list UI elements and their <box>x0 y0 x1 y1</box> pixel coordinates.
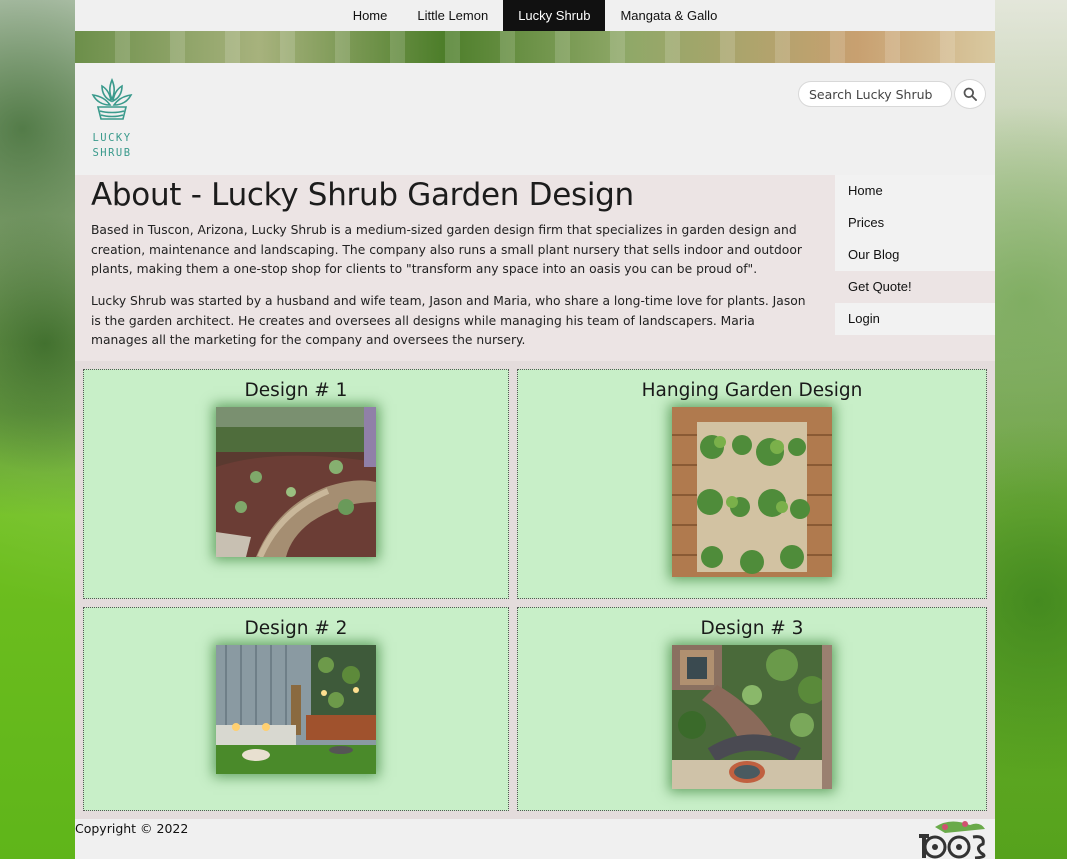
logo-wordmark: LUCKY SHRUB <box>92 132 131 159</box>
about-paragraph-1: Based in Tuscon, Arizona, Lucky Shrub is… <box>91 223 802 276</box>
design-2-photo[interactable] <box>216 645 376 774</box>
hanging-garden-photo[interactable] <box>672 407 832 577</box>
design-card-title: Design # 1 <box>244 380 348 401</box>
design-card-title: Design # 3 <box>700 618 804 639</box>
about-paragraph-2: Lucky Shrub was started by a husband and… <box>91 294 806 347</box>
side-nav-login[interactable]: Login <box>835 303 995 335</box>
top-nav-home[interactable]: Home <box>338 0 403 31</box>
side-navigation: Home Prices Our Blog Get Quote! Login <box>835 175 995 361</box>
page-footer: Copyright © 2022 <box>75 819 995 859</box>
search-button[interactable] <box>954 79 986 109</box>
side-nav-prices[interactable]: Prices <box>835 207 995 239</box>
design-gallery: Design # 1 Hanging Garden Design Design … <box>75 361 995 819</box>
design-card-title: Hanging Garden Design <box>641 380 863 401</box>
background-foliage-left <box>0 0 75 859</box>
hero-banner-strip <box>75 31 995 63</box>
side-nav-home[interactable]: Home <box>835 175 995 207</box>
background-foliage-right <box>995 0 1067 859</box>
page-title: About - Lucky Shrub Garden Design <box>91 177 634 213</box>
page-container: LUCKY SHRUB About - Lucky Shrub Garden D… <box>75 63 995 859</box>
copyright-text: Copyright © 2022 <box>75 821 189 836</box>
search-icon <box>963 87 977 101</box>
design-card-hanging-garden: Hanging Garden Design <box>517 369 987 599</box>
logo-text-lucky: LUCKY <box>92 132 131 144</box>
design-card-2: Design # 2 <box>83 607 509 811</box>
about-section: About - Lucky Shrub Garden Design Based … <box>75 175 835 361</box>
search-bar <box>798 79 986 109</box>
design-1-photo[interactable] <box>216 407 376 557</box>
side-nav-our-blog[interactable]: Our Blog <box>835 239 995 271</box>
design-card-3: Design # 3 <box>517 607 987 811</box>
top-navigation: Home Little Lemon Lucky Shrub Mangata & … <box>75 0 995 31</box>
footer-badge-logo <box>919 821 986 859</box>
logo-text-shrub: SHRUB <box>92 147 131 159</box>
lucky-shrub-logo[interactable]: LUCKY SHRUB <box>90 77 134 161</box>
design-card-1: Design # 1 <box>83 369 509 599</box>
top-nav-lucky-shrub[interactable]: Lucky Shrub <box>503 0 606 31</box>
top-nav-mangata-gallo[interactable]: Mangata & Gallo <box>605 0 732 31</box>
design-card-title: Design # 2 <box>244 618 348 639</box>
design-3-photo[interactable] <box>672 645 832 789</box>
side-nav-get-quote[interactable]: Get Quote! <box>835 271 995 303</box>
search-input[interactable] <box>798 81 952 107</box>
top-nav-little-lemon[interactable]: Little Lemon <box>402 0 503 31</box>
